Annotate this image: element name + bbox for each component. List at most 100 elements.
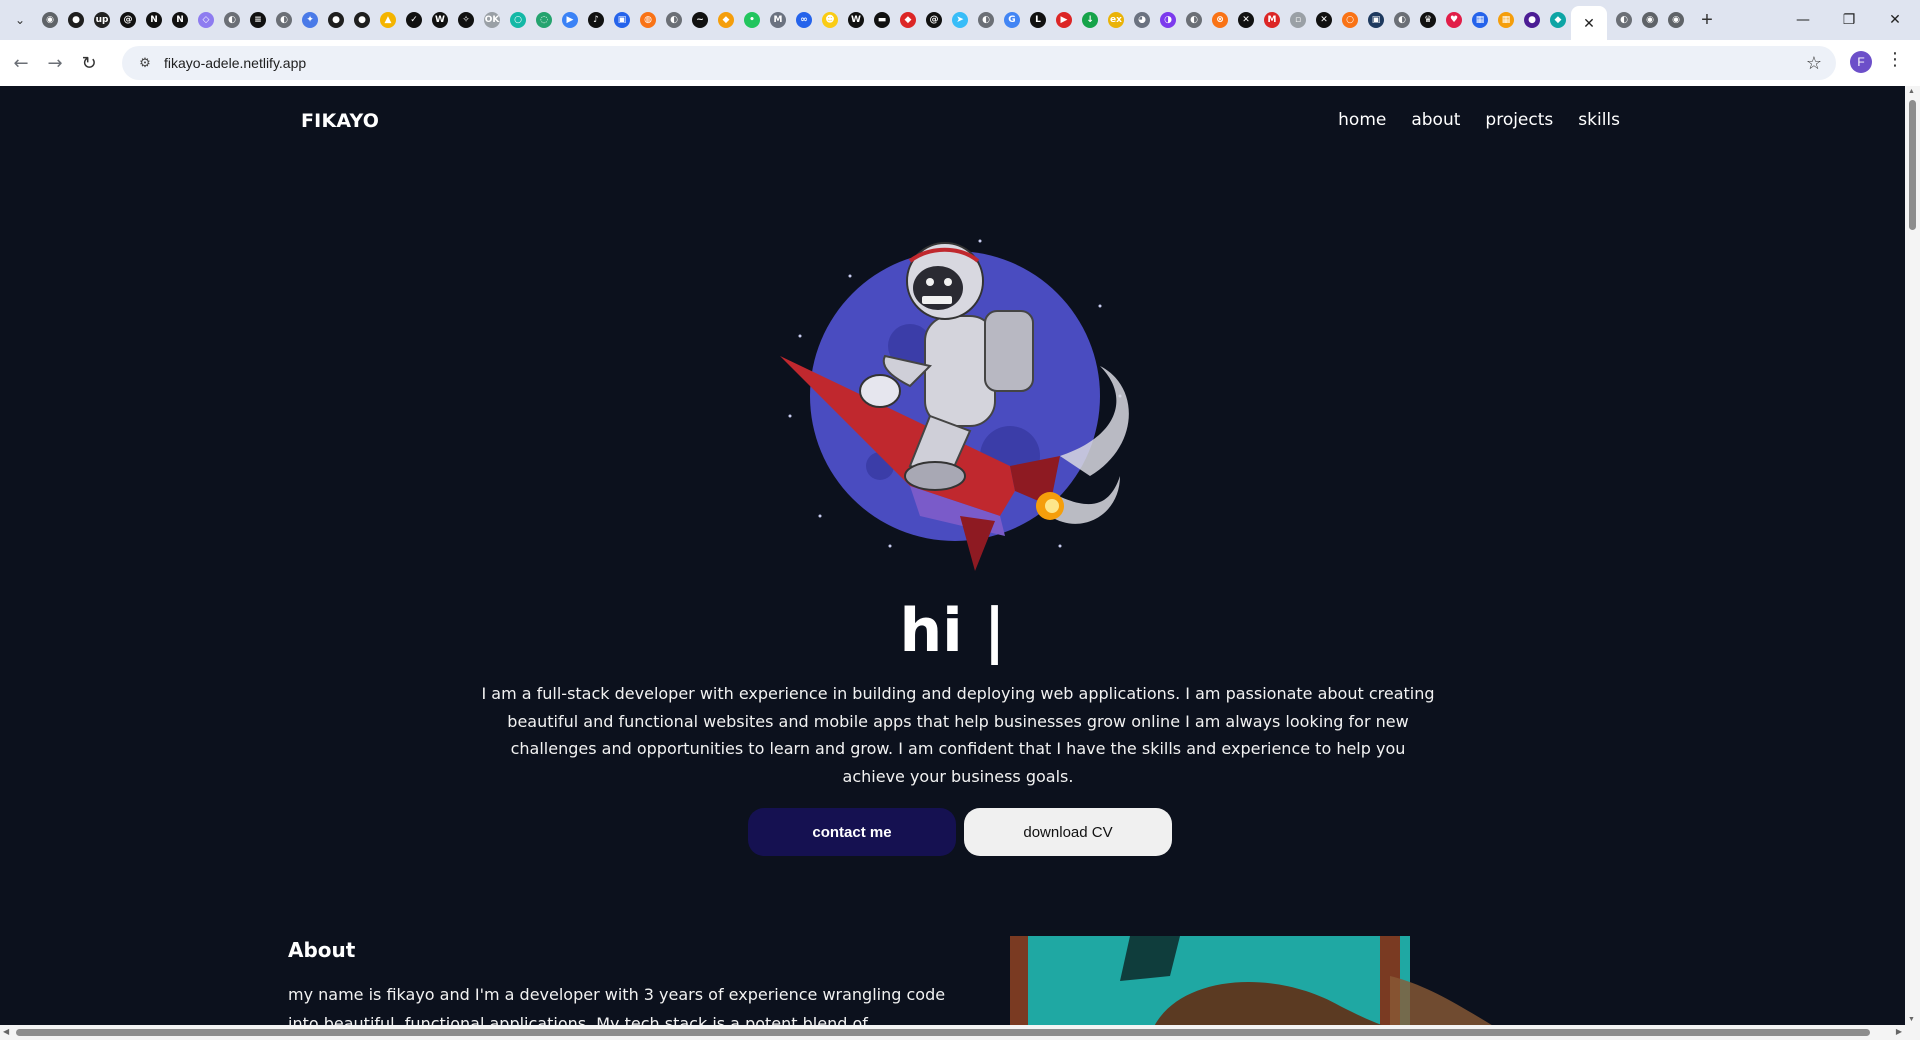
browser-tab[interactable]: ▶ xyxy=(557,6,583,34)
browser-tab[interactable]: ▣ xyxy=(609,6,635,34)
browser-tab[interactable]: ▦ xyxy=(1467,6,1493,34)
tab-strip: ⌄ ◉ ● up @ N N ◇ ◐ ≡ ◐ ✦ ● ● ▲ ✓ W ✧ OK ○ ◌ ▶ ♪ ▣ ◍ ◐ ~ ◆ • M ∞ ☻ W ▬ ◆ @ ➤… xyxy=(0,0,1920,40)
nav-link-home[interactable]: home xyxy=(1338,110,1386,130)
browser-tab[interactable]: ⊗ xyxy=(1207,6,1233,34)
scroll-left-icon[interactable]: ◀ xyxy=(3,1027,9,1036)
vertical-scroll-thumb[interactable] xyxy=(1909,100,1916,230)
vertical-scrollbar[interactable]: ▲ ▼ xyxy=(1905,86,1920,1025)
scroll-up-icon[interactable]: ▲ xyxy=(1908,88,1915,95)
address-bar[interactable]: ⚙ fikayo-adele.netlify.app ☆ xyxy=(122,46,1836,80)
browser-tab[interactable]: N xyxy=(141,6,167,34)
browser-tab[interactable]: ✦ xyxy=(297,6,323,34)
horizontal-scrollbar[interactable]: ◀ ▶ xyxy=(0,1025,1920,1040)
browser-tab[interactable]: M xyxy=(765,6,791,34)
browser-tab[interactable]: ✧ xyxy=(453,6,479,34)
browser-tab[interactable]: ▶ xyxy=(1051,6,1077,34)
browser-tab[interactable]: ● xyxy=(1519,6,1545,34)
browser-tab[interactable]: L xyxy=(1025,6,1051,34)
chevron-down-icon[interactable]: ⌄ xyxy=(7,7,33,33)
browser-tab[interactable]: M xyxy=(1259,6,1285,34)
browser-tab[interactable]: ≡ xyxy=(245,6,271,34)
browser-tab[interactable]: ◐ xyxy=(271,6,297,34)
browser-tab[interactable]: ◕ xyxy=(1129,6,1155,34)
browser-tab[interactable]: ~ xyxy=(687,6,713,34)
threads-icon: @ xyxy=(120,12,136,28)
bookmark-star-icon[interactable]: ☆ xyxy=(1806,53,1822,74)
browser-tab[interactable]: ◆ xyxy=(1545,6,1571,34)
x-icon: ✕ xyxy=(1316,12,1332,28)
nav-link-skills[interactable]: skills xyxy=(1578,110,1620,130)
hero-title: hi | xyxy=(899,596,1006,666)
browser-tab[interactable]: • xyxy=(739,6,765,34)
chrome-icon: ◉ xyxy=(1668,12,1684,28)
browser-tab[interactable]: ◐ xyxy=(973,6,999,34)
browser-tab[interactable]: @ xyxy=(921,6,947,34)
browser-tab[interactable]: ◆ xyxy=(713,6,739,34)
browser-tab[interactable]: ● xyxy=(349,6,375,34)
browser-tab[interactable]: ◇ xyxy=(193,6,219,34)
browser-tab[interactable]: ▲ xyxy=(375,6,401,34)
browser-tab[interactable]: ◉ xyxy=(37,6,63,34)
browser-tab[interactable]: W xyxy=(843,6,869,34)
scroll-right-icon[interactable]: ▶ xyxy=(1896,1027,1902,1036)
browser-tab[interactable]: ◆ xyxy=(895,6,921,34)
menu-kebab-icon[interactable]: ⋮ xyxy=(1886,49,1904,70)
window-close-icon[interactable]: ✕ xyxy=(1872,0,1918,40)
browser-tab[interactable]: ▬ xyxy=(869,6,895,34)
back-icon[interactable]: ← xyxy=(4,46,38,80)
m-icon: M xyxy=(770,12,786,28)
browser-tab[interactable]: up xyxy=(89,6,115,34)
browser-tab[interactable]: OK xyxy=(479,6,505,34)
browser-tab[interactable]: ✕ xyxy=(1233,6,1259,34)
browser-tab[interactable]: ◌ xyxy=(531,6,557,34)
browser-tab[interactable]: ○ xyxy=(505,6,531,34)
horizontal-scroll-thumb[interactable] xyxy=(16,1029,1870,1036)
browser-tab[interactable]: @ xyxy=(115,6,141,34)
browser-tab[interactable]: ♛ xyxy=(1415,6,1441,34)
browser-tab[interactable]: W xyxy=(427,6,453,34)
browser-tab[interactable]: N xyxy=(167,6,193,34)
browser-tab[interactable]: ◐ xyxy=(1181,6,1207,34)
meta-icon: ∞ xyxy=(796,12,812,28)
nav-link-about[interactable]: about xyxy=(1411,110,1460,130)
active-tab[interactable]: ✕ xyxy=(1571,6,1607,40)
browser-tab[interactable]: ♥ xyxy=(1441,6,1467,34)
browser-tab[interactable]: ● xyxy=(323,6,349,34)
browser-tab[interactable]: ☻ xyxy=(817,6,843,34)
site-logo[interactable]: FIKAYO xyxy=(301,110,379,132)
browser-tab[interactable]: ◐ xyxy=(1389,6,1415,34)
browser-tab[interactable]: ○ xyxy=(1337,6,1363,34)
scroll-down-icon[interactable]: ▼ xyxy=(1908,1016,1915,1023)
browser-tab[interactable]: ∞ xyxy=(791,6,817,34)
browser-tab[interactable]: ◐ xyxy=(1611,6,1637,34)
browser-tab[interactable]: ◍ xyxy=(635,6,661,34)
browser-tab[interactable]: ◐ xyxy=(219,6,245,34)
download-cv-button[interactable]: download CV xyxy=(964,808,1172,856)
browser-tab[interactable]: ✓ xyxy=(401,6,427,34)
browser-tab[interactable]: ✕ xyxy=(1311,6,1337,34)
contact-me-button[interactable]: contact me xyxy=(748,808,956,856)
browser-tab[interactable]: ◑ xyxy=(1155,6,1181,34)
browser-tab[interactable]: ◉ xyxy=(1637,6,1663,34)
browser-tab[interactable]: ↓ xyxy=(1077,6,1103,34)
site-settings-icon[interactable]: ⚙ xyxy=(130,56,160,71)
browser-tab[interactable]: ◐ xyxy=(661,6,687,34)
close-icon[interactable]: ✕ xyxy=(1583,15,1595,32)
url-text[interactable]: fikayo-adele.netlify.app xyxy=(164,55,306,71)
browser-tab[interactable]: ◉ xyxy=(1663,6,1689,34)
restore-icon[interactable]: ❐ xyxy=(1826,0,1872,40)
browser-tab[interactable]: ▫ xyxy=(1285,6,1311,34)
browser-tab[interactable]: ● xyxy=(63,6,89,34)
plus-icon[interactable]: + xyxy=(1693,6,1721,34)
browser-tab[interactable]: ▦ xyxy=(1493,6,1519,34)
profile-avatar[interactable]: F xyxy=(1850,51,1872,73)
browser-tab[interactable]: ♪ xyxy=(583,6,609,34)
minimize-icon[interactable]: — xyxy=(1780,0,1826,40)
browser-tab[interactable]: G xyxy=(999,6,1025,34)
browser-tab[interactable]: ➤ xyxy=(947,6,973,34)
browser-tab[interactable]: ex xyxy=(1103,6,1129,34)
forward-icon[interactable]: → xyxy=(38,46,72,80)
nav-link-projects[interactable]: projects xyxy=(1485,110,1553,130)
browser-tab[interactable]: ▣ xyxy=(1363,6,1389,34)
reload-icon[interactable]: ↻ xyxy=(72,46,106,80)
